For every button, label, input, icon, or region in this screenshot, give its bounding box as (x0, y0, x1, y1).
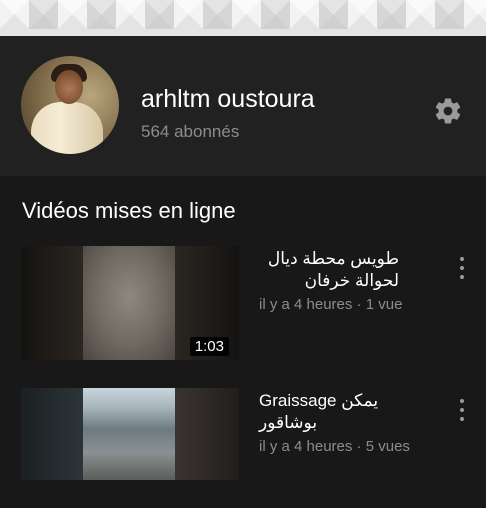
video-title[interactable]: طويس محطة ديال لحوالة خرفان (259, 248, 399, 292)
section-title: Vidéos mises en ligne (22, 198, 236, 223)
gear-icon[interactable] (433, 96, 463, 126)
channel-banner (0, 0, 486, 36)
video-meta: il y a 4 heures · 5 vues (259, 438, 410, 455)
video-thumbnail[interactable] (21, 388, 239, 480)
more-vert-icon[interactable] (455, 399, 469, 421)
channel-header: arhltm oustoura 564 abonnés (0, 36, 486, 176)
video-title-text: Graissage يمكن بوشاقور (259, 391, 379, 432)
channel-avatar[interactable] (21, 56, 119, 154)
video-title[interactable]: Graissage يمكن بوشاقور (259, 390, 439, 434)
subscriber-count: 564 abonnés (141, 122, 240, 141)
video-item[interactable]: Graissage يمكن بوشاقور il y a 4 heures ·… (0, 388, 486, 508)
video-duration: 1:03 (189, 337, 229, 356)
video-item[interactable]: 1:03 طويس محطة ديال لحوالة خرفان il y a … (0, 246, 486, 366)
video-meta: il y a 4 heures · 1 vue (259, 296, 403, 313)
more-vert-icon[interactable] (455, 257, 469, 279)
channel-name: arhltm oustoura (141, 85, 315, 113)
video-thumbnail[interactable]: 1:03 (21, 246, 239, 360)
